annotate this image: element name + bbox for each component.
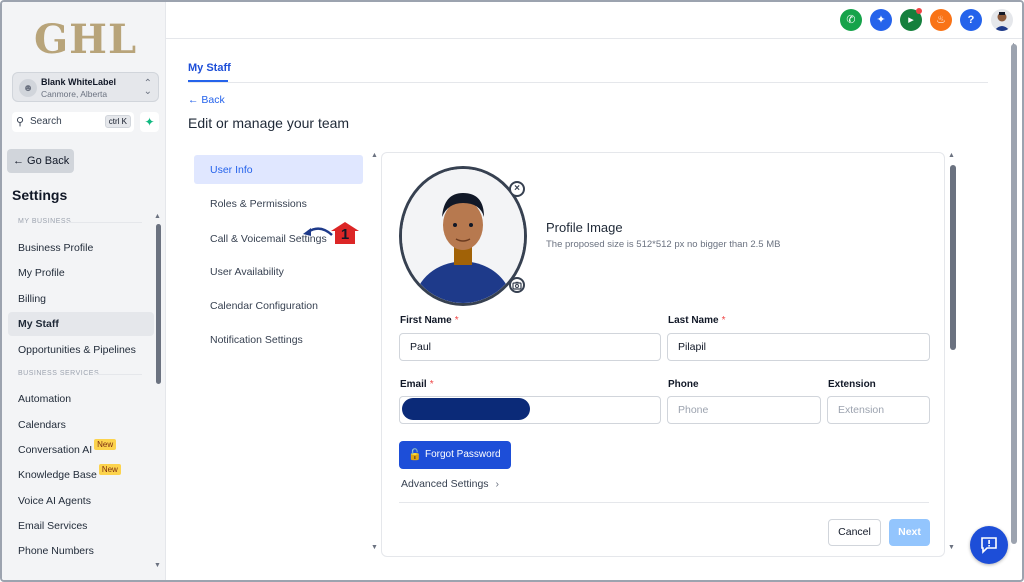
account-name: Blank WhiteLabel <box>41 77 117 87</box>
sidebar-item-business-profile[interactable]: Business Profile <box>18 242 93 254</box>
sidebar-item-conversation-ai[interactable]: Conversation AI New <box>18 439 117 456</box>
sidebar-item-calendars[interactable]: Calendars <box>18 419 66 431</box>
last-name-field[interactable]: Pilapil <box>667 333 930 361</box>
profile-image-title: Profile Image <box>546 220 623 235</box>
account-location: Canmore, Alberta <box>41 89 108 99</box>
search-shortcut: ctrl K <box>104 115 131 128</box>
page-scrollbar[interactable] <box>1011 44 1017 544</box>
tab-my-staff[interactable]: My Staff <box>188 62 231 74</box>
account-avatar-icon: ☻ <box>19 79 37 97</box>
sidebar-item-my-staff[interactable]: My Staff <box>18 318 59 330</box>
brand-logo: GHL <box>34 16 138 63</box>
required-mark: * <box>454 315 459 326</box>
subnav-notification-settings[interactable]: Notification Settings <box>210 334 303 346</box>
next-button[interactable]: Next <box>889 519 930 546</box>
scroll-up-arrow-icon[interactable]: ▲ <box>154 213 161 220</box>
last-name-label-text: Last Name <box>668 315 719 326</box>
required-mark: * <box>429 379 434 390</box>
go-back-button[interactable]: ← Go Back <box>7 149 74 173</box>
sidebar-item-automation[interactable]: Automation <box>18 393 71 405</box>
back-link[interactable]: ← Back <box>188 94 225 106</box>
first-name-field[interactable]: Paul <box>399 333 661 361</box>
help-icon[interactable]: ? <box>960 9 982 31</box>
section-label-my-business: MY BUSINESS <box>18 218 72 225</box>
first-name-label: First Name * <box>400 315 459 326</box>
advanced-settings-toggle[interactable]: Advanced Settings › <box>401 478 499 490</box>
email-label: Email * <box>400 379 434 390</box>
step-callout-number: 1 <box>340 226 350 243</box>
sidebar-item-voice-ai-agents[interactable]: Voice AI Agents <box>18 495 91 507</box>
chat-icon <box>981 537 997 554</box>
new-badge: New <box>98 464 121 475</box>
search-label: Search <box>30 116 62 127</box>
subnav-user-info[interactable]: User Info <box>210 164 253 176</box>
sidebar-item-phone-numbers[interactable]: Phone Numbers <box>18 545 94 557</box>
sidebar-item-email-services[interactable]: Email Services <box>18 520 87 532</box>
sidebar: GHL ☻ Blank WhiteLabel Canmore, Alberta … <box>2 2 166 580</box>
profile-image-hint: The proposed size is 512*512 px no bigge… <box>546 239 781 250</box>
forgot-password-label: Forgot Password <box>425 449 501 460</box>
subnav-roles-permissions[interactable]: Roles & Permissions <box>210 198 307 210</box>
user-avatar[interactable] <box>991 9 1013 31</box>
app-window: GHL ☻ Blank WhiteLabel Canmore, Alberta … <box>0 0 1024 582</box>
remove-image-icon[interactable]: × <box>509 181 525 197</box>
chat-widget-button[interactable] <box>970 526 1008 564</box>
page-title: Edit or manage your team <box>188 115 350 131</box>
scroll-down-arrow-icon[interactable]: ▼ <box>371 544 378 551</box>
section-divider <box>94 374 142 375</box>
card-scrollbar[interactable] <box>950 165 956 350</box>
email-label-text: Email <box>400 379 427 390</box>
search-icon: ⚲ <box>16 116 25 128</box>
last-name-label: Last Name * <box>668 315 725 326</box>
subnav-user-availability[interactable]: User Availability <box>210 266 284 278</box>
magic-icon[interactable]: ✦ <box>870 9 892 31</box>
account-switcher[interactable]: ☻ Blank WhiteLabel Canmore, Alberta ⌃ ⌄ <box>12 72 159 102</box>
sidebar-item-label: Conversation AI <box>18 444 93 456</box>
scroll-up-arrow-icon[interactable]: ▲ <box>371 152 378 159</box>
scroll-down-arrow-icon[interactable]: ▼ <box>948 544 955 551</box>
top-bar: ✆ ✦ ▸ ♨ ? <box>166 2 1022 39</box>
chevron-right-icon: › <box>495 478 499 490</box>
sidebar-item-billing[interactable]: Billing <box>18 293 46 305</box>
phone-label: Phone <box>668 379 699 390</box>
phone-icon[interactable]: ✆ <box>840 9 862 31</box>
extension-label: Extension <box>828 379 876 390</box>
sparkle-icon[interactable]: ✦ <box>140 112 159 132</box>
profile-image[interactable] <box>399 166 527 306</box>
scroll-down-arrow-icon[interactable]: ▼ <box>154 562 161 569</box>
section-divider <box>68 222 142 223</box>
lock-icon: 🔓 <box>408 449 422 461</box>
sidebar-item-knowledge-base[interactable]: Knowledge Base New <box>18 464 121 481</box>
extension-field[interactable]: Extension <box>827 396 930 424</box>
forgot-password-button[interactable]: 🔓 Forgot Password <box>399 441 511 469</box>
first-name-label-text: First Name <box>400 315 452 326</box>
sidebar-item-opportunities-pipelines[interactable]: Opportunities & Pipelines <box>18 344 136 356</box>
sidebar-scrollbar[interactable] <box>156 224 161 384</box>
new-badge: New <box>94 439 117 450</box>
card-divider <box>399 502 929 503</box>
chevron-updown-icon: ⌃ ⌄ <box>143 78 152 97</box>
sidebar-item-my-profile[interactable]: My Profile <box>18 267 65 279</box>
redacted-email <box>402 398 530 420</box>
search-button[interactable]: ⚲ Search ctrl K <box>12 112 134 132</box>
section-label-business-services: BUSINESS SERVICES <box>18 370 100 377</box>
settings-title: Settings <box>12 187 68 203</box>
step-callout-badge: 1 <box>330 221 360 245</box>
required-mark: * <box>721 315 726 326</box>
sidebar-item-label: Knowledge Base <box>18 469 97 481</box>
bell-icon[interactable]: ♨ <box>930 9 952 31</box>
scroll-up-arrow-icon[interactable]: ▲ <box>948 152 955 159</box>
subnav-calendar-configuration[interactable]: Calendar Configuration <box>210 300 318 312</box>
phone-field[interactable]: Phone <box>667 396 821 424</box>
tab-divider <box>188 82 988 83</box>
advanced-settings-label: Advanced Settings <box>401 478 489 490</box>
cancel-button[interactable]: Cancel <box>828 519 881 546</box>
notification-dot <box>916 8 922 14</box>
camera-icon[interactable] <box>509 277 525 293</box>
